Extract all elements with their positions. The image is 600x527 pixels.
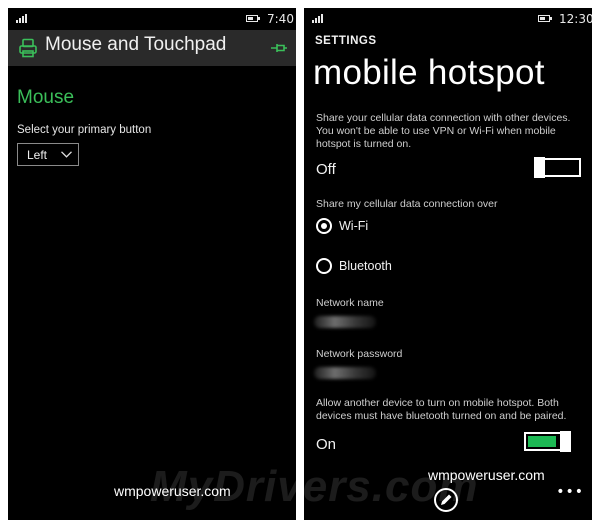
page-header: Mouse and Touchpad [8, 30, 296, 66]
status-time: 12:30 [559, 12, 592, 26]
chevron-down-icon [61, 151, 72, 158]
mouse-touchpad-screen: 7:40 Mouse and Touchpad Mouse Select you… [8, 8, 296, 520]
primary-button-dropdown[interactable]: Left [17, 143, 79, 166]
overlay-watermark: MyDrivers.com [150, 462, 479, 511]
primary-button-value: Left [27, 148, 48, 162]
wifi-radio-label[interactable]: Wi-Fi [339, 219, 368, 233]
settings-label: SETTINGS [315, 35, 377, 47]
network-password-label: Network password [316, 348, 403, 360]
toggle-knob [534, 157, 545, 178]
page-title: mobile hotspot [313, 53, 545, 92]
signal-icon [312, 14, 324, 23]
hotspot-description: Share your cellular data connection with… [316, 112, 571, 150]
toggle-knob [560, 431, 571, 452]
remote-toggle[interactable] [524, 431, 571, 452]
network-name-label: Network name [316, 297, 384, 309]
share-over-label: Share my cellular data connection over [316, 198, 498, 210]
toggle-fill [528, 436, 556, 447]
primary-button-label: Select your primary button [17, 124, 152, 136]
mouse-settings-icon [19, 38, 37, 58]
network-password-blurred[interactable] [314, 367, 376, 379]
battery-icon [538, 15, 552, 22]
mobile-hotspot-screen: 12:30 SETTINGS mobile hotspot Share your… [304, 8, 592, 520]
wifi-radio[interactable] [316, 218, 332, 234]
network-name-blurred[interactable] [314, 316, 376, 328]
status-bar: 7:40 [8, 8, 296, 30]
bluetooth-radio[interactable] [316, 258, 332, 274]
signal-icon [16, 14, 28, 23]
bluetooth-radio-label[interactable]: Bluetooth [339, 259, 392, 273]
more-options-button[interactable]: ••• [556, 484, 584, 500]
hotspot-toggle[interactable] [534, 157, 581, 178]
remote-description: Allow another device to turn on mobile h… [316, 397, 567, 422]
hotspot-toggle-label: Off [316, 161, 336, 178]
page-title: Mouse and Touchpad [45, 34, 227, 55]
status-time: 7:40 [267, 12, 294, 26]
battery-icon [246, 15, 260, 22]
remote-toggle-label: On [316, 436, 337, 453]
pin-icon[interactable] [270, 39, 288, 57]
status-bar: 12:30 [304, 8, 592, 30]
section-title-mouse: Mouse [17, 87, 75, 108]
